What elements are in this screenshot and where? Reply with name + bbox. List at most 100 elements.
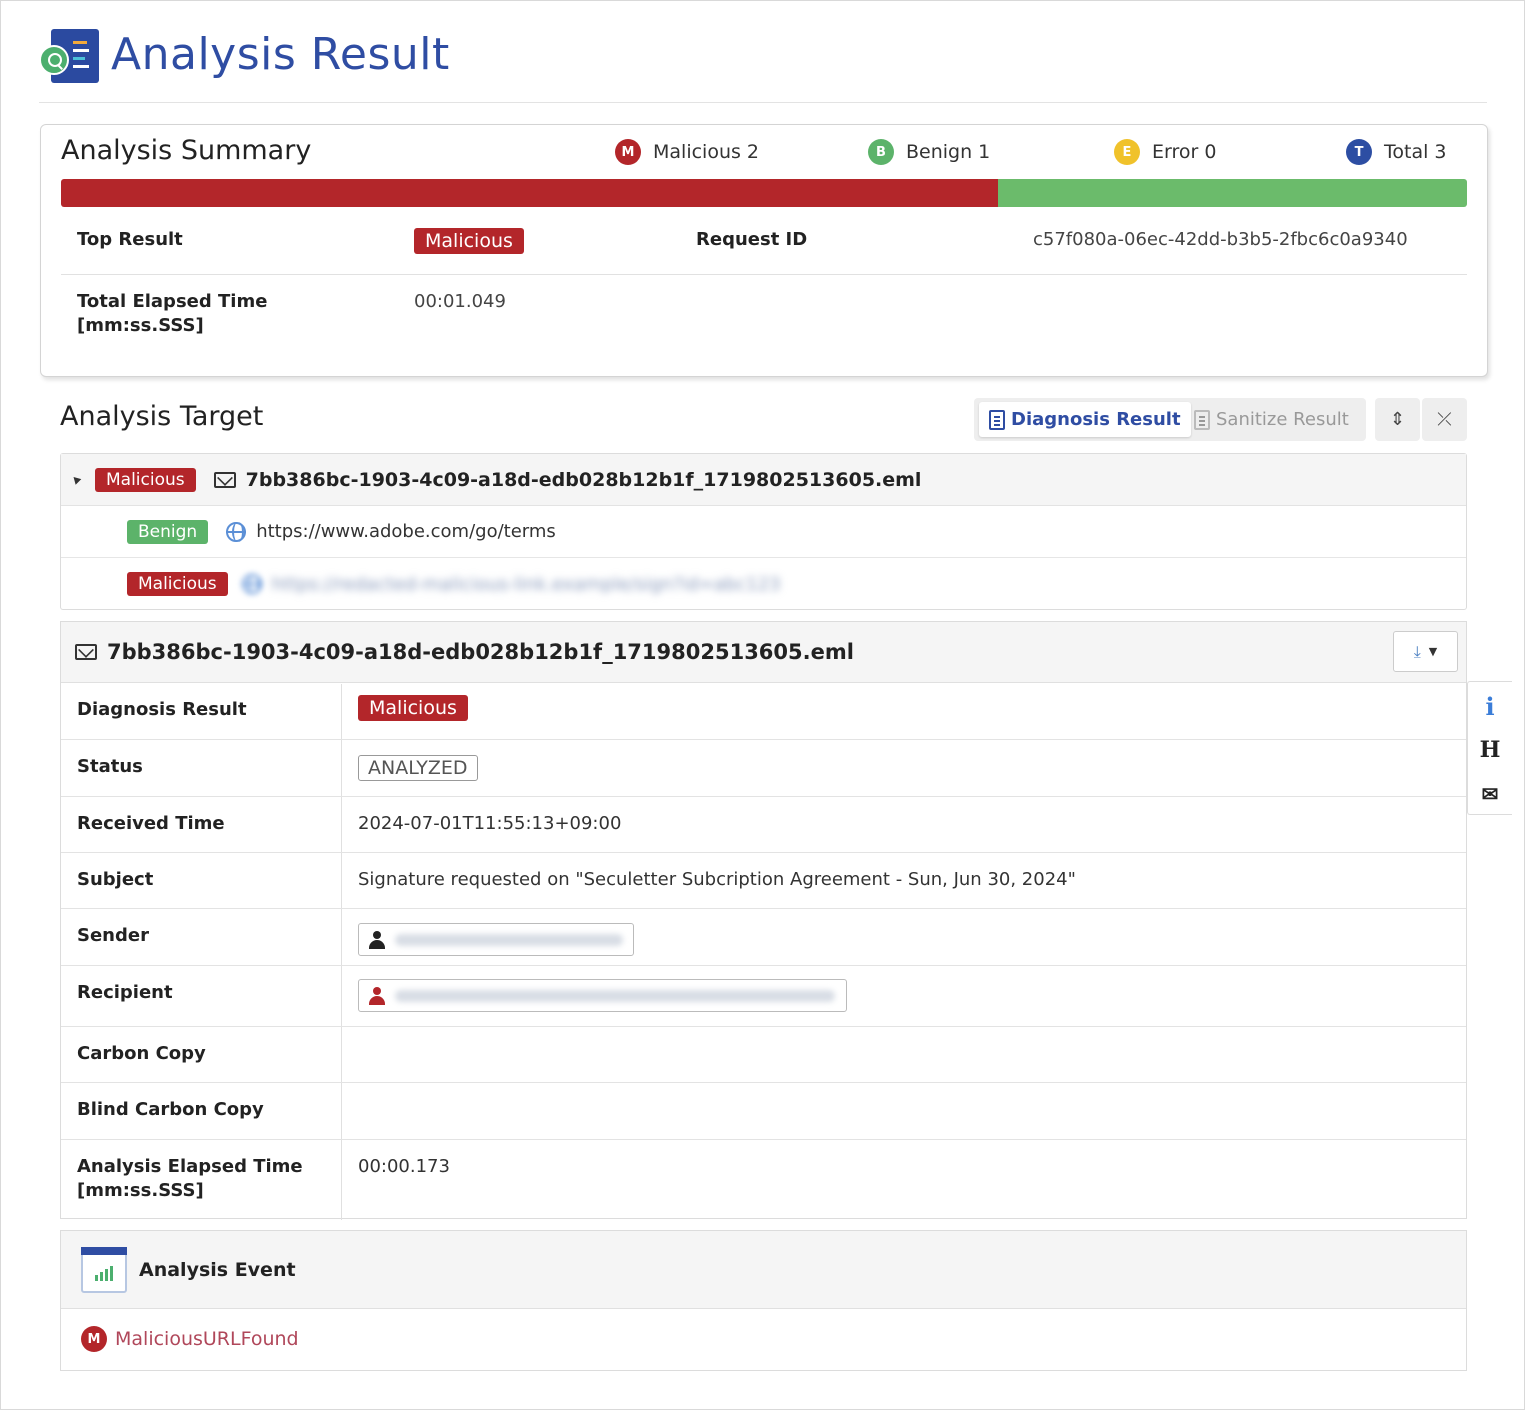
- user-slash-icon: [369, 986, 385, 1005]
- analysis-elapsed-value: 00:00.173: [358, 1156, 450, 1177]
- diagnosis-label: Diagnosis Result: [77, 699, 247, 720]
- recipient-chip[interactable]: [358, 979, 847, 1012]
- tree-root-filename: 7bb386bc-1903-4c09-a18d-edb028b12b1f_171…: [245, 468, 922, 491]
- subject-label: Subject: [77, 869, 154, 890]
- tree-root-badge: Malicious: [95, 467, 196, 492]
- sender-label: Sender: [77, 925, 149, 946]
- status-label: Status: [77, 756, 143, 777]
- request-id-label: Request ID: [696, 229, 808, 250]
- received-time-label: Received Time: [77, 813, 225, 834]
- detail-row-sender: Sender: [61, 909, 1466, 966]
- page-header: Analysis Result: [39, 25, 1487, 103]
- error-dot-icon: E: [1114, 139, 1140, 165]
- copy-icon: [1194, 409, 1210, 430]
- received-time-value: 2024-07-01T11:55:13+09:00: [358, 813, 622, 834]
- diagnosis-badge: Malicious: [358, 695, 468, 721]
- collapse-caret-icon[interactable]: [70, 474, 82, 485]
- detail-row-received: Received Time 2024-07-01T11:55:13+09:00: [61, 797, 1466, 853]
- file-detail-panel: 7bb386bc-1903-4c09-a18d-edb028b12b1f_171…: [60, 621, 1467, 1220]
- result-ratio-bar: [61, 179, 1467, 207]
- summary-title: Analysis Summary: [61, 135, 312, 166]
- detail-row-elapsed: Analysis Elapsed Time [mm:ss.SSS] 00:00.…: [61, 1140, 1466, 1219]
- total-elapsed-value: 00:01.049: [414, 291, 506, 312]
- app-logo-icon: [39, 29, 101, 87]
- summary-row-top-result: Top Result Malicious Request ID c57f080a…: [61, 209, 1467, 275]
- envelope-icon: [213, 471, 236, 488]
- malicious-bar-segment: [61, 179, 999, 207]
- top-result-label: Top Result: [77, 229, 183, 250]
- chart-window-icon: [81, 1246, 127, 1293]
- tree-child-row[interactable]: Benign https://www.adobe.com/go/terms: [61, 506, 1466, 558]
- mail-open-icon: ✉: [1481, 782, 1499, 806]
- result-tabs: Diagnosis Result Sanitize Result: [974, 398, 1366, 441]
- download-dropdown-button[interactable]: ⤓ ▼: [1393, 631, 1458, 672]
- event-name: MaliciousURLFound: [115, 1328, 299, 1350]
- carbon-copy-label: Carbon Copy: [77, 1043, 206, 1064]
- clipboard-icon: [989, 409, 1005, 430]
- total-dot-icon: T: [1346, 139, 1372, 165]
- chevron-down-icon: ▼: [1428, 645, 1438, 658]
- analysis-target-title: Analysis Target: [60, 401, 264, 432]
- total-count: T Total 3: [1346, 139, 1447, 165]
- header-button[interactable]: H: [1468, 728, 1512, 772]
- sender-redacted: [394, 933, 623, 946]
- analysis-target-tree: Malicious 7bb386bc-1903-4c09-a18d-edb028…: [60, 453, 1467, 610]
- analysis-event-title: Analysis Event: [139, 1258, 296, 1281]
- page-title: Analysis Result: [111, 29, 450, 80]
- request-id-value: c57f080a-06ec-42dd-b3b5-2fbc6c0a9340: [1033, 229, 1408, 250]
- user-icon: [369, 930, 385, 949]
- total-count-label: Total 3: [1384, 141, 1447, 163]
- summary-row-elapsed: Total Elapsed Time [mm:ss.SSS] 00:01.049: [61, 275, 1467, 355]
- analysis-event-panel: Analysis Event M MaliciousURLFound: [60, 1230, 1467, 1371]
- detail-row-diagnosis: Diagnosis Result Malicious: [61, 683, 1466, 740]
- malicious-count-label: Malicious 2: [653, 141, 760, 163]
- download-icon: ⤓: [1413, 641, 1421, 661]
- tab-diagnosis-result[interactable]: Diagnosis Result: [979, 402, 1191, 437]
- expand-all-button[interactable]: ⇕: [1375, 398, 1420, 441]
- malicious-dot-icon: M: [615, 139, 641, 165]
- tree-child-badge: Malicious: [127, 572, 228, 596]
- detail-row-recipient: Recipient: [61, 966, 1466, 1027]
- benign-bar-segment: [998, 179, 1467, 207]
- tree-child-url-redacted: https://redacted-malicious-link.example/…: [271, 573, 781, 595]
- detail-row-subject: Subject Signature requested on "Seculett…: [61, 853, 1466, 909]
- subject-value: Signature requested on "Seculetter Subcr…: [358, 869, 1076, 890]
- benign-count: B Benign 1: [868, 139, 990, 165]
- tree-child-row[interactable]: Malicious https://redacted-malicious-lin…: [61, 558, 1466, 610]
- globe-icon: [226, 521, 247, 542]
- info-button[interactable]: i: [1468, 684, 1512, 728]
- collapse-all-button[interactable]: ⤫: [1422, 398, 1467, 441]
- info-icon: i: [1485, 691, 1495, 721]
- benign-dot-icon: B: [868, 139, 894, 165]
- mail-open-button[interactable]: ✉: [1468, 772, 1512, 816]
- error-count-label: Error 0: [1152, 141, 1217, 163]
- detail-row-status: Status ANALYZED: [61, 740, 1466, 797]
- malicious-dot-icon: M: [81, 1326, 107, 1352]
- detail-filename: 7bb386bc-1903-4c09-a18d-edb028b12b1f_171…: [107, 640, 854, 664]
- total-elapsed-label: Total Elapsed Time [mm:ss.SSS]: [77, 291, 268, 336]
- top-result-badge: Malicious: [414, 228, 524, 254]
- sender-chip[interactable]: [358, 923, 634, 956]
- globe-icon: [241, 574, 262, 594]
- analysis-summary-card: Analysis Summary M Malicious 2 B Benign …: [40, 124, 1488, 377]
- tree-root-row[interactable]: Malicious 7bb386bc-1903-4c09-a18d-edb028…: [61, 454, 1466, 506]
- envelope-icon: [75, 644, 97, 660]
- side-toolbar: i H ✉: [1467, 681, 1512, 815]
- file-detail-header: 7bb386bc-1903-4c09-a18d-edb028b12b1f_171…: [61, 622, 1466, 683]
- expand-icon: ⇕: [1389, 409, 1406, 430]
- tree-child-url: https://www.adobe.com/go/terms: [256, 521, 556, 542]
- benign-count-label: Benign 1: [906, 141, 991, 163]
- tab-sanitize-result[interactable]: Sanitize Result: [1184, 402, 1359, 437]
- collapse-icon: ⤫: [1437, 409, 1452, 430]
- detail-row-cc: Carbon Copy: [61, 1027, 1466, 1083]
- recipient-redacted: [395, 989, 835, 1002]
- tree-child-badge: Benign: [127, 519, 209, 544]
- status-badge: ANALYZED: [358, 755, 478, 781]
- blind-carbon-copy-label: Blind Carbon Copy: [77, 1099, 264, 1120]
- header-icon: H: [1479, 737, 1501, 763]
- error-count: E Error 0: [1114, 139, 1216, 165]
- analysis-elapsed-label: Analysis Elapsed Time [mm:ss.SSS]: [77, 1156, 303, 1201]
- analysis-event-header: Analysis Event: [61, 1231, 1466, 1309]
- event-item[interactable]: M MaliciousURLFound: [81, 1326, 299, 1352]
- recipient-label: Recipient: [77, 982, 173, 1003]
